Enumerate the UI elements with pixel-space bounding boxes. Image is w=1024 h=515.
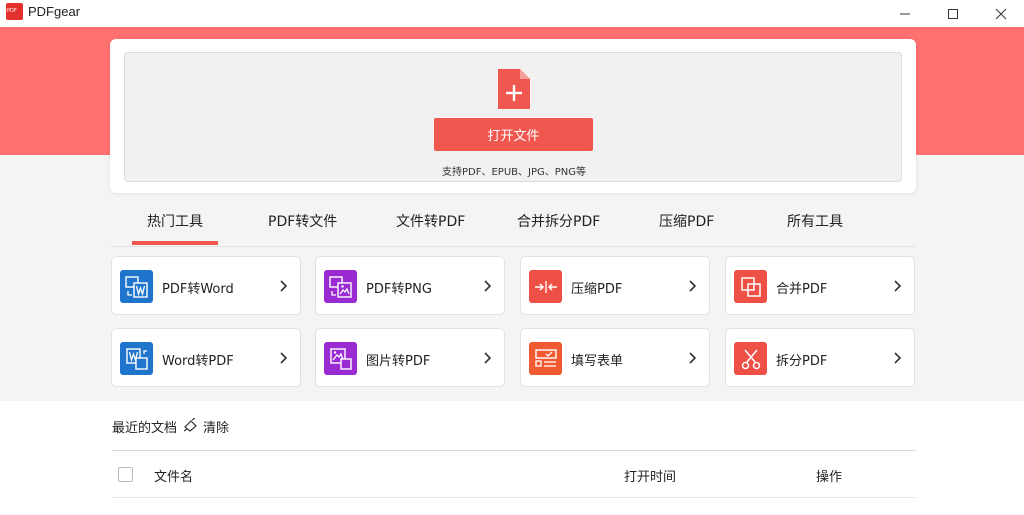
pdf-to-png-icon (324, 270, 357, 303)
tab-merge-split[interactable]: 合并拆分PDF (517, 211, 600, 231)
merge-icon (734, 270, 767, 303)
maximize-icon (948, 8, 958, 19)
tool-label: 拆分PDF (776, 354, 828, 369)
minimize-button[interactable] (882, 0, 928, 27)
chevron-right-icon (689, 280, 697, 292)
chevron-right-icon (894, 280, 902, 292)
open-file-card: 打开文件 支持PDF、EPUB、JPG、PNG等 (110, 39, 916, 193)
tab-popular-tools[interactable]: 热门工具 (147, 211, 203, 231)
tab-file-to-pdf[interactable]: 文件转PDF (396, 211, 465, 231)
chevron-right-icon (280, 280, 288, 292)
chevron-right-icon (280, 352, 288, 364)
tool-image-to-pdf[interactable]: 图片转PDF (315, 328, 505, 387)
recent-table-header: 文件名 打开时间 操作 (112, 451, 916, 498)
word-to-pdf-icon (120, 342, 153, 375)
chevron-right-icon (894, 352, 902, 364)
minimize-icon (900, 13, 910, 14)
column-open-time[interactable]: 打开时间 (624, 466, 676, 485)
tool-label: Word转PDF (162, 354, 234, 369)
broom-icon[interactable] (183, 418, 199, 432)
tab-compress-pdf[interactable]: 压缩PDF (659, 211, 714, 231)
open-file-button[interactable]: 打开文件 (434, 118, 593, 151)
tool-label: 图片转PDF (366, 354, 431, 369)
chevron-right-icon (484, 280, 492, 292)
close-button[interactable] (978, 0, 1024, 27)
select-all-checkbox[interactable] (118, 467, 133, 482)
supported-formats: 支持PDF、EPUB、JPG、PNG等 (442, 167, 586, 178)
fill-form-icon (529, 342, 562, 375)
tool-pdf-to-word[interactable]: PDF转Word (111, 256, 301, 315)
active-tab-indicator (132, 241, 218, 245)
tool-compress-pdf[interactable]: 压缩PDF (520, 256, 710, 315)
file-drop-zone[interactable]: 打开文件 支持PDF、EPUB、JPG、PNG等 (124, 52, 902, 182)
image-to-pdf-icon (324, 342, 357, 375)
tool-label: PDF转Word (162, 282, 234, 297)
tool-tabs: 热门工具 PDF转文件 文件转PDF 合并拆分PDF 压缩PDF 所有工具 (110, 200, 916, 247)
title-bar: PDF PDFgear (0, 0, 1024, 27)
recent-documents-title: 最近的文档 (112, 421, 178, 436)
tool-fill-form[interactable]: 填写表单 (520, 328, 710, 387)
app-logo-icon: PDF (6, 3, 23, 20)
tool-split-pdf[interactable]: 拆分PDF (725, 328, 915, 387)
tab-pdf-to-file[interactable]: PDF转文件 (268, 211, 337, 231)
column-actions: 操作 (816, 470, 843, 485)
add-file-icon[interactable] (498, 69, 530, 109)
tool-pdf-to-png[interactable]: PDF转PNG (315, 256, 505, 315)
tool-label: 填写表单 (571, 354, 624, 369)
split-icon (734, 342, 767, 375)
chevron-right-icon (484, 352, 492, 364)
chevron-right-icon (689, 352, 697, 364)
tool-word-to-pdf[interactable]: Word转PDF (111, 328, 301, 387)
column-filename[interactable]: 文件名 (154, 466, 193, 485)
pdf-to-word-icon (120, 270, 153, 303)
tool-merge-pdf[interactable]: 合并PDF (725, 256, 915, 315)
tool-label: 合并PDF (776, 282, 828, 297)
app-logo-text: PDF (7, 8, 17, 14)
close-icon (995, 8, 1007, 19)
clear-button[interactable]: 清除 (203, 417, 229, 436)
tool-label: PDF转PNG (366, 282, 432, 297)
app-title: PDFgear (28, 4, 81, 19)
tab-all-tools[interactable]: 所有工具 (787, 211, 843, 231)
maximize-button[interactable] (930, 0, 976, 27)
compress-icon (529, 270, 562, 303)
tool-label: 压缩PDF (571, 282, 623, 297)
